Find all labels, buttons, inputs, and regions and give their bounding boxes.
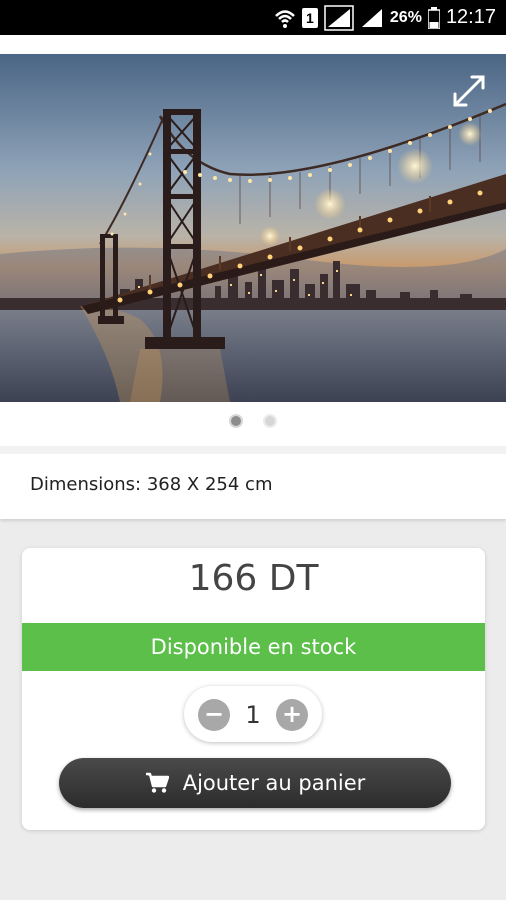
- battery-percent: 26%: [389, 8, 422, 26]
- bridge-photo: [0, 54, 506, 402]
- wifi-icon: [275, 9, 295, 28]
- clock: 12:17: [445, 6, 496, 28]
- quantity-stepper: − 1 +: [184, 686, 322, 742]
- signal-icon: [324, 4, 354, 31]
- divider: [0, 446, 506, 454]
- increase-quantity-button[interactable]: +: [276, 699, 308, 731]
- sim-icon: 1: [301, 7, 318, 28]
- dimensions-text: Dimensions: 368 X 254 cm: [30, 474, 273, 495]
- product-image[interactable]: [0, 54, 506, 402]
- add-to-cart-button[interactable]: Ajouter au panier: [59, 758, 451, 808]
- battery-icon: [427, 6, 440, 29]
- carousel-dots: [0, 414, 506, 434]
- decrease-quantity-button[interactable]: −: [198, 699, 230, 731]
- product-gallery-card: Dimensions: 368 X 254 cm: [0, 54, 506, 519]
- quantity-value[interactable]: 1: [234, 699, 272, 731]
- expand-icon[interactable]: [450, 72, 488, 110]
- status-icons: 1 26% 12:17: [274, 0, 496, 35]
- top-bar: [0, 35, 506, 54]
- carousel-dot-1[interactable]: [229, 414, 243, 428]
- status-bar: 1 26% 12:17: [0, 0, 506, 35]
- stock-status-badge: Disponible en stock: [22, 623, 485, 671]
- purchase-card: 166 DT Disponible en stock − 1 + Ajouter…: [22, 548, 485, 830]
- price: 166 DT: [188, 558, 319, 599]
- cart-icon: [145, 772, 169, 793]
- carousel-dot-2[interactable]: [263, 414, 277, 428]
- signal-icon-2: [361, 8, 382, 27]
- add-to-cart-label: Ajouter au panier: [182, 771, 366, 795]
